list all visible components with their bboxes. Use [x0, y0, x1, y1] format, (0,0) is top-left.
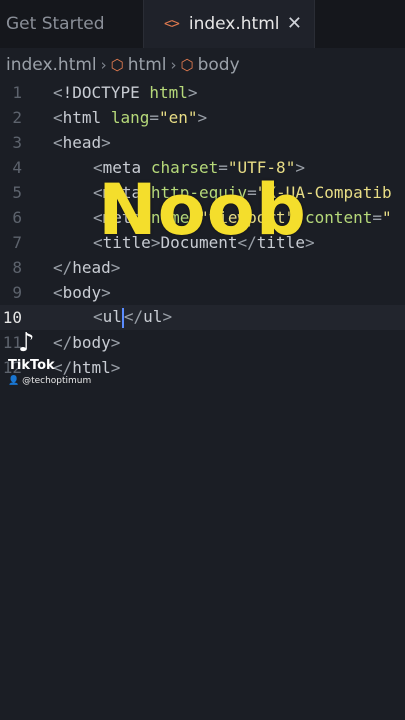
- breadcrumb-html[interactable]: html: [128, 55, 167, 75]
- watermark-handle: 👤 @techoptimum: [8, 376, 91, 386]
- breadcrumb-file[interactable]: index.html: [6, 55, 97, 75]
- tab-get-started[interactable]: Get Started: [0, 0, 143, 48]
- breadcrumb: index.html › ⬡ html › ⬡ body: [0, 50, 405, 80]
- line-number: 8: [12, 258, 22, 277]
- line-number: 9: [12, 283, 22, 302]
- line-code: <body>: [53, 283, 111, 302]
- line-number: 3: [12, 133, 22, 152]
- code-line[interactable]: 11 </body>: [0, 330, 405, 355]
- line-number: 2: [12, 108, 22, 127]
- handle-text: @techoptimum: [22, 376, 92, 386]
- line-code: <head>: [53, 133, 111, 152]
- line-code: <!DOCTYPE html>: [53, 83, 198, 102]
- code-line[interactable]: 9 <body>: [0, 280, 405, 305]
- line-code: <ul </ul>: [93, 307, 173, 328]
- overlay-caption: Noob: [98, 169, 307, 251]
- chevron-right-icon: ›: [170, 56, 177, 74]
- code-line-active[interactable]: 10 <ul </ul>: [0, 305, 405, 330]
- code-line[interactable]: 1 <!DOCTYPE html>: [0, 80, 405, 105]
- line-code: </body>: [53, 333, 121, 352]
- tab-label: index.html: [188, 14, 280, 34]
- tab-bar: Get Started <> index.html ✕: [0, 0, 405, 48]
- cube-icon: ⬡: [110, 56, 124, 74]
- line-number: 1: [12, 83, 22, 102]
- tiktok-icon: ♪: [18, 328, 35, 358]
- user-icon: 👤: [8, 376, 23, 386]
- breadcrumb-body[interactable]: body: [198, 55, 240, 75]
- tab-label: Get Started: [6, 14, 105, 34]
- line-code: <html lang="en">: [53, 108, 208, 127]
- line-code: </head>: [53, 258, 121, 277]
- cube-icon: ⬡: [180, 56, 194, 74]
- close-icon[interactable]: ✕: [287, 13, 302, 34]
- code-line[interactable]: 2 <html lang="en">: [0, 105, 405, 130]
- code-line[interactable]: 3 <head>: [0, 130, 405, 155]
- chevron-right-icon: ›: [100, 56, 107, 74]
- line-code: </html>: [53, 358, 121, 377]
- tab-index-html[interactable]: <> index.html ✕: [143, 0, 315, 48]
- watermark-brand: TikTok: [8, 358, 55, 373]
- code-icon: <>: [164, 16, 180, 32]
- line-number: 10: [2, 308, 22, 327]
